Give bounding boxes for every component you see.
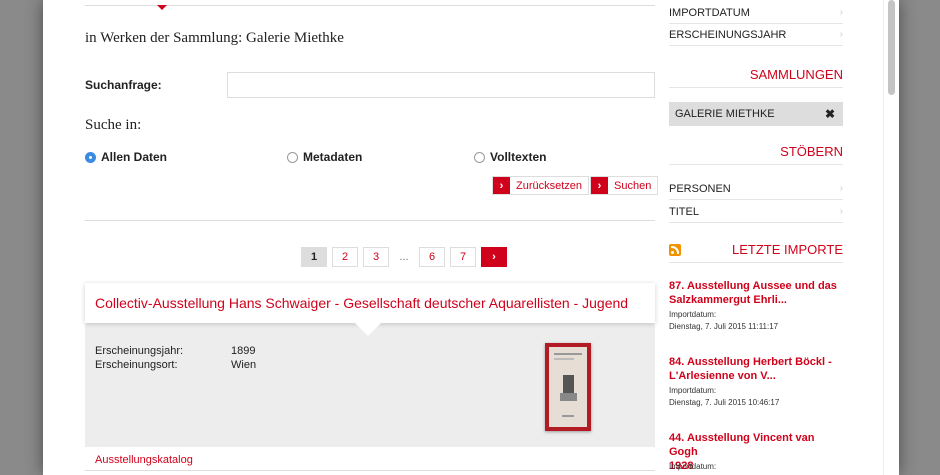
reset-button[interactable]: › Zurücksetzen	[492, 176, 590, 195]
chevron-right-icon: ›	[839, 7, 843, 18]
sidebar-item-label: IMPORTDATUM	[669, 6, 750, 19]
sidebar-item-label: TITEL	[669, 205, 699, 218]
import-date-label: Importdatum:	[669, 310, 717, 319]
cover-text-line	[554, 358, 574, 360]
page-7[interactable]: 7	[450, 247, 476, 267]
import-meta: Importdatum: Dienstag, 7. Juli 2015 11:1…	[669, 309, 778, 333]
sidebar-item-titel[interactable]: TITEL ›	[669, 201, 843, 223]
import-date-label: Importdatum:	[669, 462, 717, 471]
vertical-scrollbar[interactable]	[883, 0, 899, 475]
meta-value: Wien	[231, 359, 257, 371]
tab-indicator	[157, 5, 167, 10]
sidebar-item-label: ERSCHEINUNGSJAHR	[669, 28, 787, 41]
close-icon[interactable]: ✖	[825, 107, 835, 121]
cover-pedestal	[560, 393, 577, 401]
import-title-line: 87. Ausstellung Aussee und das	[669, 280, 837, 292]
import-title-line: 84. Ausstellung Herbert Böckl -	[669, 356, 832, 368]
radio-label: Allen Daten	[101, 150, 168, 164]
next-page-button[interactable]: ›	[481, 247, 507, 267]
meta-row-place: Erscheinungsort: Wien	[95, 359, 256, 371]
chevron-right-icon: ›	[591, 177, 608, 194]
radio-unchecked-icon[interactable]	[474, 151, 485, 163]
page-2[interactable]: 2	[332, 247, 358, 267]
pagination: 1 2 3 ... 6 7 ›	[301, 247, 512, 267]
search-scope-heading: Suche in:	[85, 117, 142, 133]
page-3[interactable]: 3	[363, 247, 389, 267]
meta-value: 1899	[231, 345, 256, 357]
import-date: Dienstag, 7. Juli 2015 11:11:17	[669, 322, 779, 331]
active-filter: GALERIE MIETHKE ✖	[669, 102, 843, 126]
import-title-line: L'Arlesienne von V...	[669, 370, 776, 382]
cover-page	[549, 347, 587, 427]
chevron-right-icon: ›	[839, 183, 843, 194]
meta-key: Erscheinungsjahr:	[95, 345, 184, 357]
chevron-right-icon: ›	[839, 206, 843, 217]
meta-row-year: Erscheinungsjahr: 1899	[95, 345, 255, 357]
sidebar-item-importdatum[interactable]: IMPORTDATUM ›	[669, 2, 843, 24]
search-button[interactable]: › Suchen	[590, 176, 659, 195]
sidebar-item-erscheinungsjahr[interactable]: ERSCHEINUNGSJAHR ›	[669, 24, 843, 46]
chevron-right-icon: ›	[493, 177, 510, 194]
import-link[interactable]: 84. Ausstellung Herbert Böckl - L'Arlesi…	[669, 355, 843, 383]
page-6[interactable]: 6	[419, 247, 445, 267]
cover-figure	[563, 375, 574, 393]
divider	[85, 470, 655, 471]
radio-label: Metadaten	[303, 150, 363, 164]
import-date: Dienstag, 7. Juli 2015 10:46:17	[669, 398, 780, 407]
divider	[85, 220, 655, 221]
meta-key: Erscheinungsort:	[95, 359, 178, 371]
reset-button-label: Zurücksetzen	[516, 179, 583, 192]
search-label: Suchanfrage:	[85, 78, 162, 92]
active-filter-label: GALERIE MIETHKE	[675, 108, 775, 120]
radio-label: Volltexten	[490, 150, 547, 164]
cover-text-line	[562, 415, 574, 417]
page-heading: in Werken der Sammlung: Galerie Miethke	[85, 30, 344, 46]
radio-unchecked-icon[interactable]	[287, 151, 298, 163]
scrollbar-thumb[interactable]	[888, 0, 895, 95]
card-pointer	[355, 323, 381, 336]
result-card-header[interactable]: Collectiv-Ausstellung Hans Schwaiger - G…	[85, 283, 655, 323]
radio-metadata[interactable]: Metadaten	[287, 150, 362, 164]
search-button-label: Suchen	[614, 179, 652, 192]
result-card-body: Erscheinungsjahr: 1899 Erscheinungsort: …	[85, 323, 655, 447]
result-type-link[interactable]: Ausstellungskatalog	[95, 454, 193, 466]
sidebar-item-label: PERSONEN	[669, 182, 731, 195]
chevron-right-icon: ›	[839, 29, 843, 40]
pagination-ellipsis: ...	[394, 247, 414, 267]
cover-text-line	[554, 353, 582, 355]
divider	[85, 5, 655, 6]
stoebern-heading: STÖBERN	[669, 144, 843, 165]
radio-all-data[interactable]: Allen Daten	[85, 150, 167, 164]
sidebar-item-personen[interactable]: PERSONEN ›	[669, 178, 843, 200]
radio-checked-icon[interactable]	[85, 151, 96, 163]
import-meta: Importdatum: Dienstag, 7. Juli 2015 10:4…	[669, 385, 779, 409]
browser-window: in Werken der Sammlung: Galerie Miethke …	[43, 0, 899, 475]
page-1[interactable]: 1	[301, 247, 327, 267]
imports-heading: LETZTE IMPORTE	[669, 242, 843, 263]
import-meta: Importdatum:	[669, 461, 716, 473]
result-title[interactable]: Collectiv-Ausstellung Hans Schwaiger - G…	[95, 295, 628, 311]
search-input[interactable]	[227, 72, 655, 98]
main-content: in Werken der Sammlung: Galerie Miethke …	[85, 0, 659, 475]
sidebar: IMPORTDATUM › ERSCHEINUNGSJAHR › SAMMLUN…	[669, 0, 843, 475]
catalog-cover-thumbnail[interactable]	[545, 343, 591, 431]
radio-fulltext[interactable]: Volltexten	[474, 150, 546, 164]
sammlungen-heading: SAMMLUNGEN	[669, 67, 843, 88]
import-title-line: Salzkammergut Ehrli...	[669, 294, 787, 306]
import-date-label: Importdatum:	[669, 386, 717, 395]
import-title-line: 44. Ausstellung Vincent van Gogh	[669, 432, 815, 458]
import-link[interactable]: 87. Ausstellung Aussee und das Salzkamme…	[669, 279, 843, 307]
